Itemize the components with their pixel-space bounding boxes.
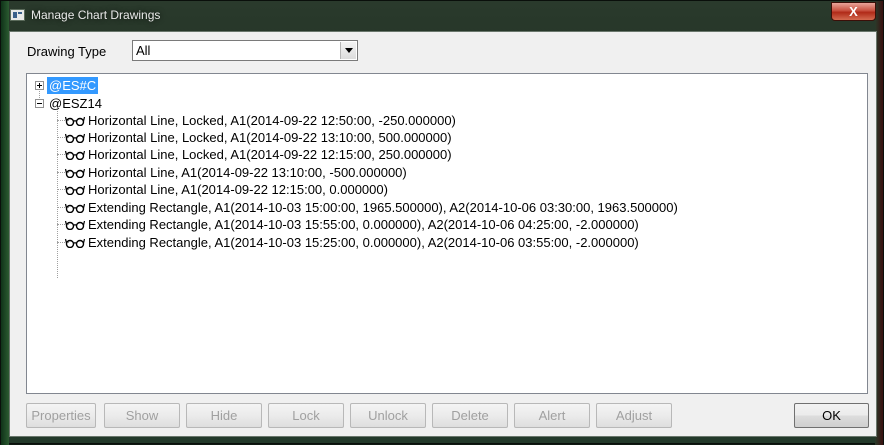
drawing-label[interactable]: Extending Rectangle, A1(2014-10-03 15:00… — [86, 199, 680, 216]
expand-plus-icon[interactable] — [35, 81, 44, 90]
adjust-button[interactable]: Adjust — [596, 403, 672, 428]
tree-item-drawing[interactable]: Extending Rectangle, A1(2014-10-03 15:00… — [65, 199, 865, 216]
glasses-icon — [65, 150, 85, 160]
tree-item-drawing[interactable]: Horizontal Line, A1(2014-09-22 12:15:00,… — [65, 181, 865, 198]
drawings-tree[interactable]: @ES#C @ESZ14 Horizontal Line, Locked, A1… — [26, 73, 868, 394]
drawing-label[interactable]: Horizontal Line, A1(2014-09-22 13:10:00,… — [86, 164, 409, 181]
drawing-label[interactable]: Horizontal Line, Locked, A1(2014-09-22 1… — [86, 112, 458, 129]
unlock-button[interactable]: Unlock — [350, 403, 426, 428]
drawing-label[interactable]: Horizontal Line, A1(2014-09-22 12:15:00,… — [86, 181, 390, 198]
title-bar[interactable]: Manage Chart Drawings X — [1, 1, 884, 31]
show-button[interactable]: Show — [104, 403, 180, 428]
tree-item-drawing[interactable]: Horizontal Line, A1(2014-09-22 13:10:00,… — [65, 164, 865, 181]
collapse-minus-icon[interactable] — [35, 99, 44, 108]
tree-node-esz14[interactable]: @ESZ14 — [27, 95, 227, 112]
close-button[interactable]: X — [831, 2, 876, 21]
glasses-icon — [65, 220, 85, 230]
drawing-type-select[interactable]: All — [132, 40, 358, 61]
frame-edge-left — [1, 1, 9, 445]
glasses-icon — [65, 203, 85, 213]
hide-button[interactable]: Hide — [186, 403, 262, 428]
glasses-icon — [65, 133, 85, 143]
lock-button[interactable]: Lock — [268, 403, 344, 428]
tree-connector — [57, 103, 58, 278]
drawing-label[interactable]: Extending Rectangle, A1(2014-10-03 15:55… — [86, 216, 641, 233]
dialog-client-area: Drawing Type All @ES#C @ESZ14 Horizontal… — [9, 31, 877, 437]
glasses-icon — [65, 185, 85, 195]
drawing-label[interactable]: Horizontal Line, Locked, A1(2014-09-22 1… — [86, 129, 454, 146]
ok-button[interactable]: OK — [794, 403, 869, 428]
tree-node-es-c[interactable]: @ES#C — [27, 77, 227, 94]
window-frame: Manage Chart Drawings X Drawing Type All — [0, 0, 884, 445]
tree-item-drawing[interactable]: Horizontal Line, Locked, A1(2014-09-22 1… — [65, 129, 865, 146]
glasses-icon — [65, 238, 85, 248]
close-icon: X — [849, 4, 858, 19]
drawing-type-label: Drawing Type — [27, 44, 107, 59]
drawing-label[interactable]: Horizontal Line, Locked, A1(2014-09-22 1… — [86, 146, 454, 163]
tree-item-drawing[interactable]: Extending Rectangle, A1(2014-10-03 15:55… — [65, 216, 865, 233]
glasses-icon — [65, 116, 85, 126]
tree-item-drawing[interactable]: Horizontal Line, Locked, A1(2014-09-22 1… — [65, 146, 865, 163]
tree-item-drawing[interactable]: Extending Rectangle, A1(2014-10-03 15:25… — [65, 234, 865, 251]
tree-node-label[interactable]: @ES#C — [47, 77, 99, 94]
tree-node-label[interactable]: @ESZ14 — [47, 95, 104, 112]
app-window-icon — [10, 9, 25, 21]
glasses-icon — [65, 168, 85, 178]
drawing-type-value: All — [136, 43, 151, 58]
delete-button[interactable]: Delete — [432, 403, 508, 428]
chevron-down-icon[interactable] — [340, 42, 356, 59]
alert-button[interactable]: Alert — [514, 403, 590, 428]
tree-item-drawing[interactable]: Horizontal Line, Locked, A1(2014-09-22 1… — [65, 112, 865, 129]
properties-button[interactable]: Properties — [26, 403, 96, 428]
drawing-label[interactable]: Extending Rectangle, A1(2014-10-03 15:25… — [86, 234, 641, 251]
window-title: Manage Chart Drawings — [31, 8, 161, 22]
